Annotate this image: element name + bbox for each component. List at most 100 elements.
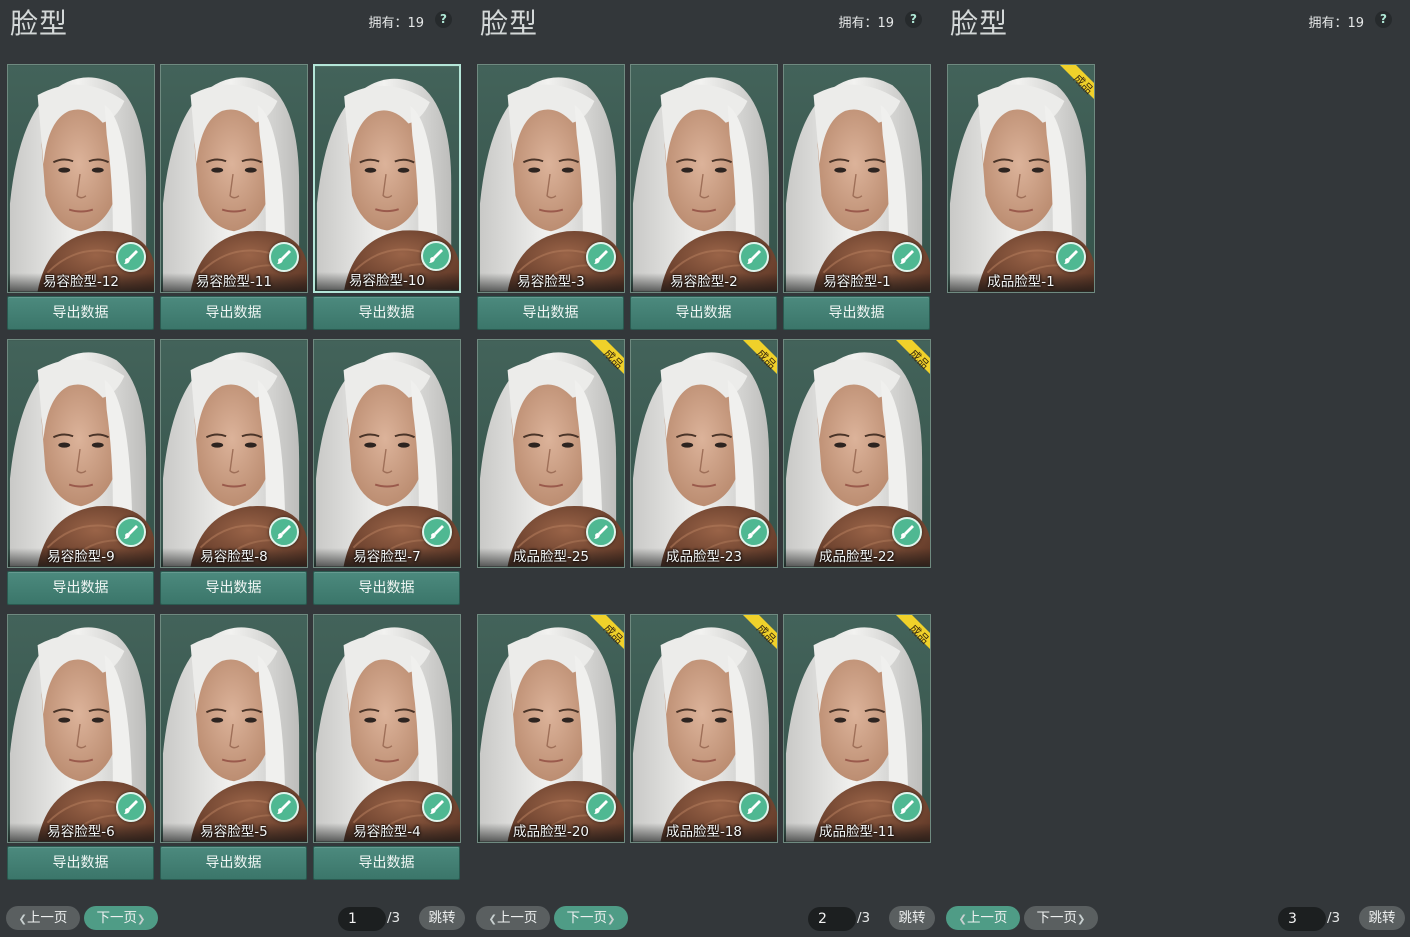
export-data-button[interactable]: 导出数据 — [160, 846, 307, 880]
brush-icon[interactable] — [422, 792, 452, 822]
export-data-button[interactable]: 导出数据 — [7, 296, 154, 330]
export-data-button[interactable]: 导出数据 — [313, 571, 460, 605]
jump-button[interactable]: 跳转 — [1359, 906, 1405, 930]
export-data-button[interactable]: 导出数据 — [783, 296, 930, 330]
page-total: /3 — [387, 910, 401, 926]
brush-icon[interactable] — [269, 792, 299, 822]
finished-product-badge: 成品 — [590, 340, 624, 374]
jump-button[interactable]: 跳转 — [419, 906, 465, 930]
page-number-input[interactable]: 2 — [808, 907, 856, 931]
finished-product-badge: 成品 — [743, 615, 777, 649]
page-number-input[interactable]: 3 — [1278, 907, 1326, 931]
face-shape-card[interactable]: 易容脸型-1 — [783, 64, 931, 293]
face-shape-card[interactable]: 易容脸型-11 — [160, 64, 308, 293]
card-label: 成品脸型-11 — [784, 823, 930, 842]
brush-icon[interactable] — [1056, 242, 1086, 272]
finished-product-badge: 成品 — [590, 615, 624, 649]
export-data-button[interactable]: 导出数据 — [313, 296, 460, 330]
finished-product-badge: 成品 — [1060, 65, 1094, 99]
chevron-left-icon: ❮ — [958, 914, 967, 925]
prev-page-button[interactable]: ❮上一页 — [6, 906, 80, 930]
face-shape-card[interactable]: 易容脸型-8 — [160, 339, 308, 568]
brush-icon[interactable] — [421, 241, 451, 271]
export-data-button[interactable]: 导出数据 — [630, 296, 777, 330]
brush-icon[interactable] — [892, 517, 922, 547]
face-shape-card[interactable]: 易容脸型-10 — [313, 64, 461, 293]
card-label: 成品脸型-22 — [784, 548, 930, 567]
brush-icon[interactable] — [269, 517, 299, 547]
jump-button[interactable]: 跳转 — [889, 906, 935, 930]
face-shape-card[interactable]: 成品 成品脸型-25 — [477, 339, 625, 568]
card-label: 成品脸型-23 — [631, 548, 777, 567]
finished-product-badge: 成品 — [743, 340, 777, 374]
brush-icon[interactable] — [586, 517, 616, 547]
export-data-button[interactable]: 导出数据 — [7, 571, 154, 605]
brush-icon[interactable] — [892, 792, 922, 822]
panel-title: 脸型 — [950, 7, 1009, 40]
export-data-button[interactable]: 导出数据 — [477, 296, 624, 330]
brush-icon[interactable] — [116, 242, 146, 272]
brush-icon[interactable] — [739, 792, 769, 822]
face-shape-card[interactable]: 易容脸型-9 — [7, 339, 155, 568]
card-label: 易容脸型-7 — [314, 548, 460, 567]
panel-title: 脸型 — [480, 7, 539, 40]
next-page-label: 下一页 — [566, 910, 608, 926]
chevron-left-icon: ❮ — [18, 914, 27, 925]
face-shape-card[interactable]: 易容脸型-4 — [313, 614, 461, 843]
question-icon[interactable]: ? — [905, 11, 922, 28]
page-number-input[interactable]: 1 — [338, 907, 386, 931]
face-shape-card[interactable]: 成品 成品脸型-1 — [947, 64, 1095, 293]
export-data-button[interactable]: 导出数据 — [160, 571, 307, 605]
next-page-label: 下一页 — [1036, 910, 1078, 926]
face-shape-card[interactable]: 成品 成品脸型-22 — [783, 339, 931, 568]
export-data-button[interactable]: 导出数据 — [7, 846, 154, 880]
brush-icon[interactable] — [586, 792, 616, 822]
face-shape-card[interactable]: 成品 成品脸型-11 — [783, 614, 931, 843]
brush-icon[interactable] — [739, 517, 769, 547]
export-data-button[interactable]: 导出数据 — [313, 846, 460, 880]
card-label: 易容脸型-3 — [478, 273, 624, 292]
chevron-right-icon: ❯ — [607, 914, 616, 925]
brush-icon[interactable] — [892, 242, 922, 272]
face-shape-card[interactable]: 易容脸型-12 — [7, 64, 155, 293]
face-shape-card[interactable]: 易容脸型-2 — [630, 64, 778, 293]
card-label: 易容脸型-5 — [161, 823, 307, 842]
face-shape-panel-1: 脸型 拥有：19? 易容脸型-12 导出数据 易容脸型-11 导出数据 易容脸型… — [0, 0, 470, 937]
face-shape-card[interactable]: 成品 成品脸型-20 — [477, 614, 625, 843]
card-label: 易容脸型-4 — [314, 823, 460, 842]
prev-page-label: 上一页 — [966, 910, 1008, 926]
prev-page-button[interactable]: ❮上一页 — [476, 906, 550, 930]
next-page-button[interactable]: 下一页❯ — [1024, 906, 1098, 930]
face-shape-card[interactable]: 易容脸型-3 — [477, 64, 625, 293]
face-shape-card[interactable]: 易容脸型-6 — [7, 614, 155, 843]
brush-icon[interactable] — [739, 242, 769, 272]
finished-product-badge: 成品 — [896, 615, 930, 649]
brush-icon[interactable] — [269, 242, 299, 272]
face-shape-card[interactable]: 易容脸型-7 — [313, 339, 461, 568]
card-label: 易容脸型-11 — [161, 273, 307, 292]
owned-count: 拥有：19 — [368, 16, 424, 31]
page-total: /3 — [1327, 910, 1341, 926]
face-shape-card[interactable]: 成品 成品脸型-18 — [630, 614, 778, 843]
brush-icon[interactable] — [116, 517, 146, 547]
card-label: 易容脸型-12 — [8, 273, 154, 292]
next-page-button[interactable]: 下一页❯ — [554, 906, 628, 930]
card-label: 易容脸型-2 — [631, 273, 777, 292]
chevron-right-icon: ❯ — [1077, 914, 1086, 925]
chevron-right-icon: ❯ — [137, 914, 146, 925]
card-label: 易容脸型-10 — [315, 272, 459, 291]
brush-icon[interactable] — [422, 517, 452, 547]
brush-icon[interactable] — [586, 242, 616, 272]
face-shape-card[interactable]: 易容脸型-5 — [160, 614, 308, 843]
prev-page-button[interactable]: ❮上一页 — [946, 906, 1020, 930]
card-label: 成品脸型-1 — [948, 273, 1094, 292]
brush-icon[interactable] — [116, 792, 146, 822]
next-page-button[interactable]: 下一页❯ — [84, 906, 158, 930]
question-icon[interactable]: ? — [435, 11, 452, 28]
card-label: 成品脸型-25 — [478, 548, 624, 567]
finished-product-badge: 成品 — [896, 340, 930, 374]
export-data-button[interactable]: 导出数据 — [160, 296, 307, 330]
question-icon[interactable]: ? — [1375, 11, 1392, 28]
face-shape-card[interactable]: 成品 成品脸型-23 — [630, 339, 778, 568]
prev-page-label: 上一页 — [496, 910, 538, 926]
